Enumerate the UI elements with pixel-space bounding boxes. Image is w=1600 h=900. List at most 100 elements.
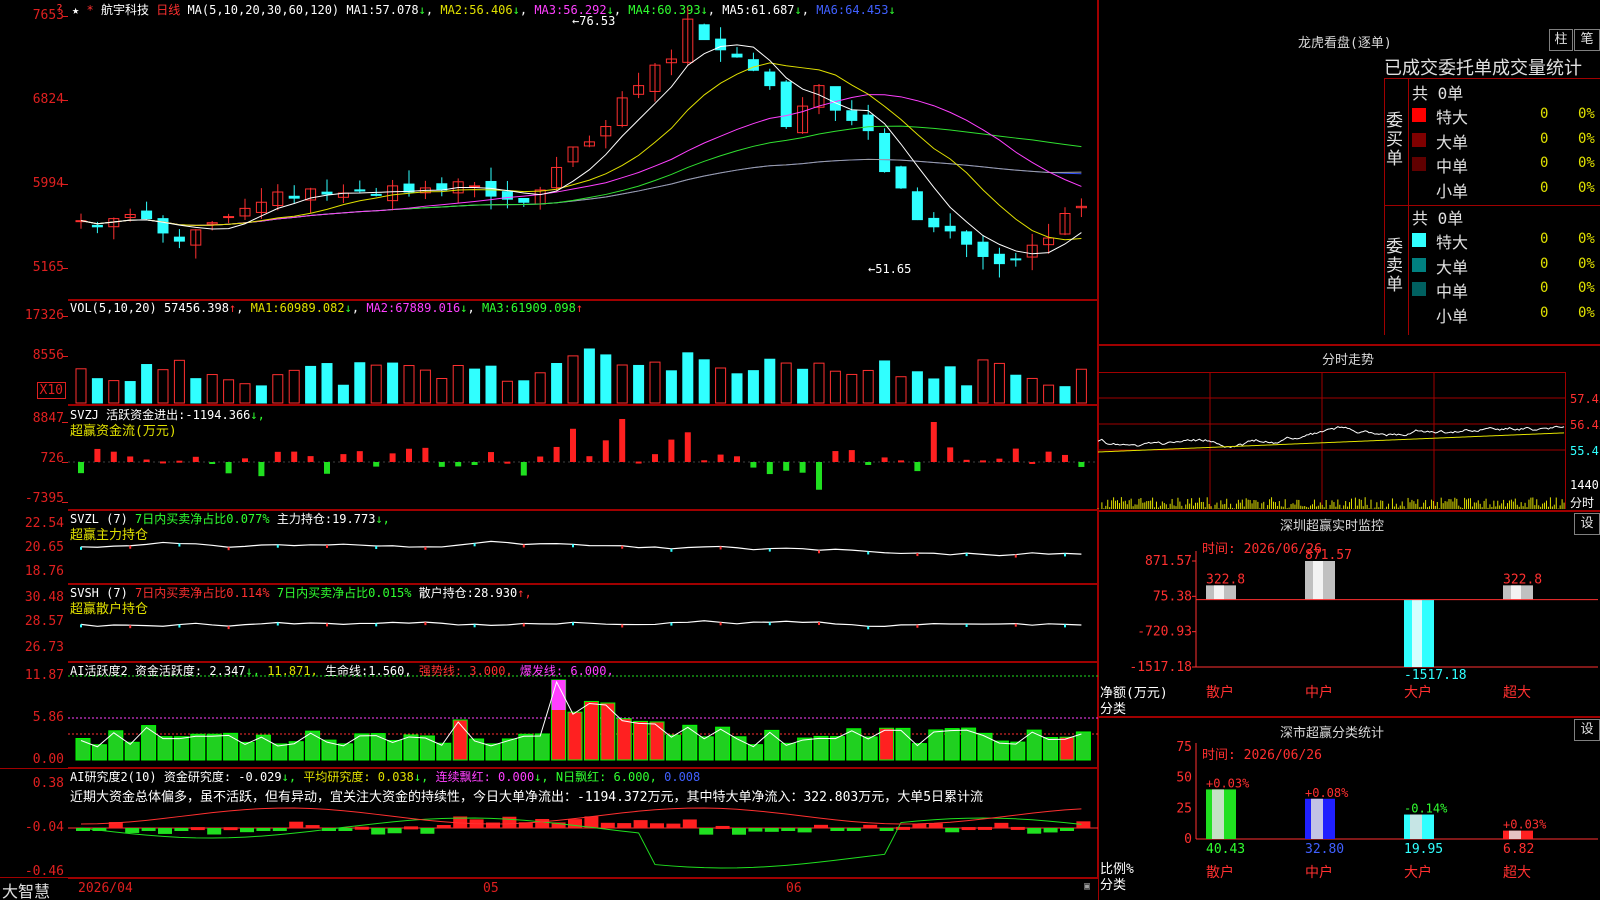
series-dot (80, 624, 82, 628)
order-pct: 0% (1578, 130, 1595, 147)
volume-bar (272, 374, 284, 404)
volume-bar (370, 364, 382, 404)
column-button[interactable]: 柱 (1549, 29, 1573, 51)
lock-icon[interactable]: ▣ (1084, 881, 1090, 892)
flow-bar (488, 452, 494, 462)
tick-button[interactable]: 笔 (1574, 29, 1600, 51)
order-pct: 0% (1578, 255, 1595, 272)
order-count: 0 (1540, 255, 1549, 272)
volume-chart[interactable] (68, 300, 1098, 405)
fenshi-chart[interactable] (1097, 372, 1566, 509)
research-bar (748, 828, 763, 832)
research-bar (486, 822, 500, 828)
volume-bar (108, 380, 120, 404)
candle-body (321, 191, 333, 195)
activity-bar (387, 739, 403, 761)
series-dot (719, 622, 722, 626)
svzl-chart[interactable] (68, 510, 1098, 584)
volume-bar (551, 363, 563, 404)
volume-bar (255, 385, 267, 404)
axis-label: 0.00 (32, 752, 64, 767)
activity-bar (649, 721, 665, 761)
flow-bar (553, 446, 560, 462)
candle-body (911, 191, 923, 221)
sz-class-chart[interactable]: 75 50 25 0 +0.03% 40.43 散户 +0.08% 32.80 中户 -0.14% 1… (1098, 717, 1600, 900)
research-bar (125, 828, 140, 833)
research-bar (617, 823, 632, 828)
flow-bar (947, 447, 954, 462)
color-swatch (1412, 233, 1426, 247)
axis-label: 6824 (32, 92, 64, 107)
volume-bar (469, 368, 481, 404)
order-count: 0 (1540, 130, 1549, 147)
volume-bar (895, 376, 907, 404)
longhu-title: 龙虎看盘(逐单) (1298, 36, 1392, 51)
candle-body (698, 24, 710, 41)
research-bar (994, 822, 1009, 828)
volume-bar (305, 365, 317, 404)
activity-bar (977, 732, 993, 761)
activity-bar (682, 724, 698, 761)
series-dot (670, 548, 673, 552)
sz-monitor-chart[interactable]: 871.57 75.38 -720.93 -1517.18 322.8 散户 871.57 中… (1098, 511, 1600, 717)
research-bar (961, 827, 976, 831)
flow-bar (258, 462, 265, 477)
series-dot (719, 546, 722, 550)
flow-bar (930, 422, 937, 462)
activity-bar (337, 743, 353, 761)
activity-bar (862, 736, 878, 761)
flow-bar (176, 460, 183, 463)
activity-bar (633, 720, 649, 761)
flow-bar (340, 454, 347, 462)
flow-bar (110, 451, 117, 462)
flow-bar (356, 451, 363, 462)
activity-bar (272, 743, 288, 761)
research-bar (682, 819, 697, 828)
volume-bar (288, 369, 300, 404)
volume-bar (419, 369, 431, 404)
ma6-line (80, 158, 1082, 226)
order-pct: 0% (1578, 155, 1595, 171)
ai-research-chart[interactable] (68, 768, 1098, 878)
longhu-tabs[interactable]: 已成交委托单成交量统计 (1384, 54, 1600, 80)
series-dot (326, 544, 328, 548)
activity-bar (715, 726, 731, 761)
activity-bar (879, 727, 895, 761)
activity-bar (1075, 731, 1091, 761)
series-dot (326, 623, 328, 627)
volume-bar (944, 366, 956, 404)
order-size-label: 小单 (1436, 306, 1469, 326)
volume-bar (747, 370, 759, 404)
svsh-chart[interactable] (68, 584, 1098, 662)
candlestick-chart[interactable] (68, 0, 1098, 300)
flow-bar (1012, 448, 1019, 462)
flow-bar (389, 453, 396, 462)
app-logo[interactable]: 大智慧 (2, 878, 50, 900)
volume-bar (75, 368, 87, 404)
research-bar (1076, 821, 1091, 828)
svzj-chart[interactable] (68, 405, 1098, 510)
activity-bar (321, 739, 337, 761)
fenshi-unit: 分时 (1570, 496, 1595, 510)
ai-activity-chart[interactable] (68, 662, 1098, 768)
flow-bar (94, 448, 101, 462)
order-count: 0 (1540, 304, 1549, 321)
flow-bar (602, 440, 609, 462)
flow-bar (963, 459, 970, 462)
axis-label: -7395 (24, 491, 64, 506)
candle-body (993, 253, 1005, 265)
volume-bar (1010, 374, 1022, 404)
order-size-label: 特大 (1436, 233, 1469, 252)
research-bar (879, 828, 894, 831)
ma2-line (80, 62, 1082, 241)
volume-bar (1043, 384, 1055, 404)
volume-bar (485, 365, 497, 404)
order-count: 0 (1540, 179, 1549, 196)
time-axis: 2026/04 05 06 ▣ (68, 878, 1098, 900)
candle-body (223, 216, 235, 219)
flow-bar (635, 461, 642, 464)
axis-label: 28.57 (24, 614, 64, 629)
sell-label: 委卖单 (1386, 237, 1403, 295)
svzl-line (80, 540, 1082, 557)
volume-bar (1059, 386, 1071, 404)
